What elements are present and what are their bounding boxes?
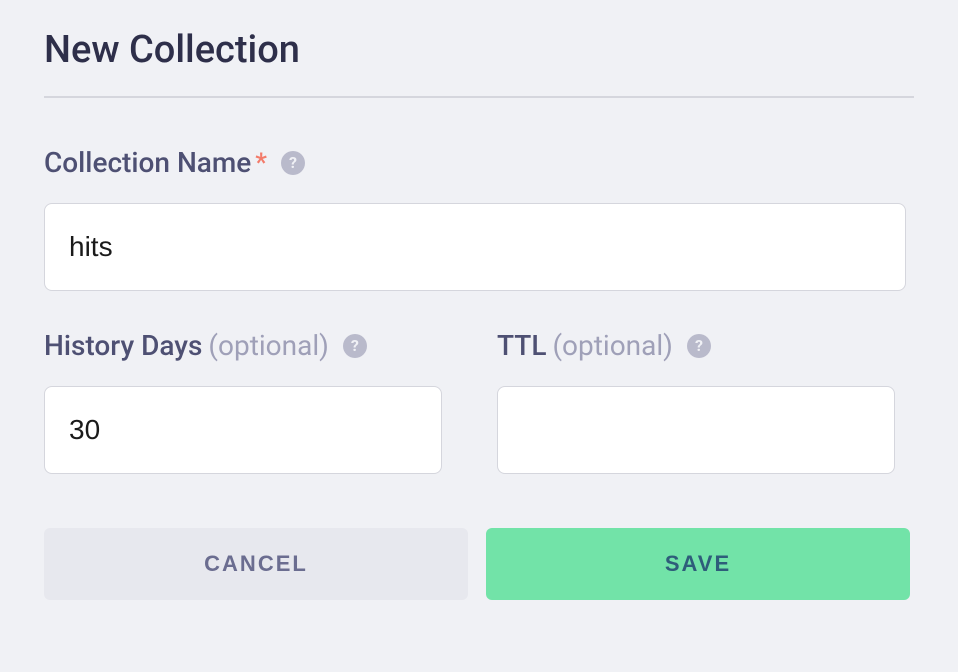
- help-icon[interactable]: ?: [687, 334, 711, 358]
- divider: [44, 96, 914, 98]
- history-days-label-text: History Days: [44, 329, 202, 362]
- ttl-label: TTL (optional) ?: [497, 329, 914, 362]
- collection-name-label: Collection Name* ?: [44, 146, 914, 179]
- help-icon[interactable]: ?: [343, 334, 367, 358]
- history-days-field: History Days (optional) ?: [44, 329, 461, 474]
- help-icon[interactable]: ?: [281, 151, 305, 175]
- cancel-button[interactable]: CANCEL: [44, 528, 468, 600]
- collection-name-label-text: Collection Name: [44, 146, 251, 179]
- ttl-label-text: TTL: [497, 329, 546, 362]
- history-days-label: History Days (optional) ?: [44, 329, 461, 362]
- page-title: New Collection: [44, 28, 914, 72]
- ttl-input[interactable]: [497, 386, 895, 474]
- secondary-fields-row: History Days (optional) ? TTL (optional)…: [44, 329, 914, 474]
- collection-name-field: Collection Name* ?: [44, 146, 914, 291]
- button-row: CANCEL SAVE: [44, 528, 914, 600]
- history-days-input[interactable]: [44, 386, 442, 474]
- save-button[interactable]: SAVE: [486, 528, 910, 600]
- history-days-optional-text: (optional): [208, 329, 328, 362]
- ttl-field: TTL (optional) ?: [497, 329, 914, 474]
- collection-name-input[interactable]: [44, 203, 906, 291]
- ttl-optional-text: (optional): [552, 329, 672, 362]
- required-asterisk-icon: *: [255, 148, 267, 178]
